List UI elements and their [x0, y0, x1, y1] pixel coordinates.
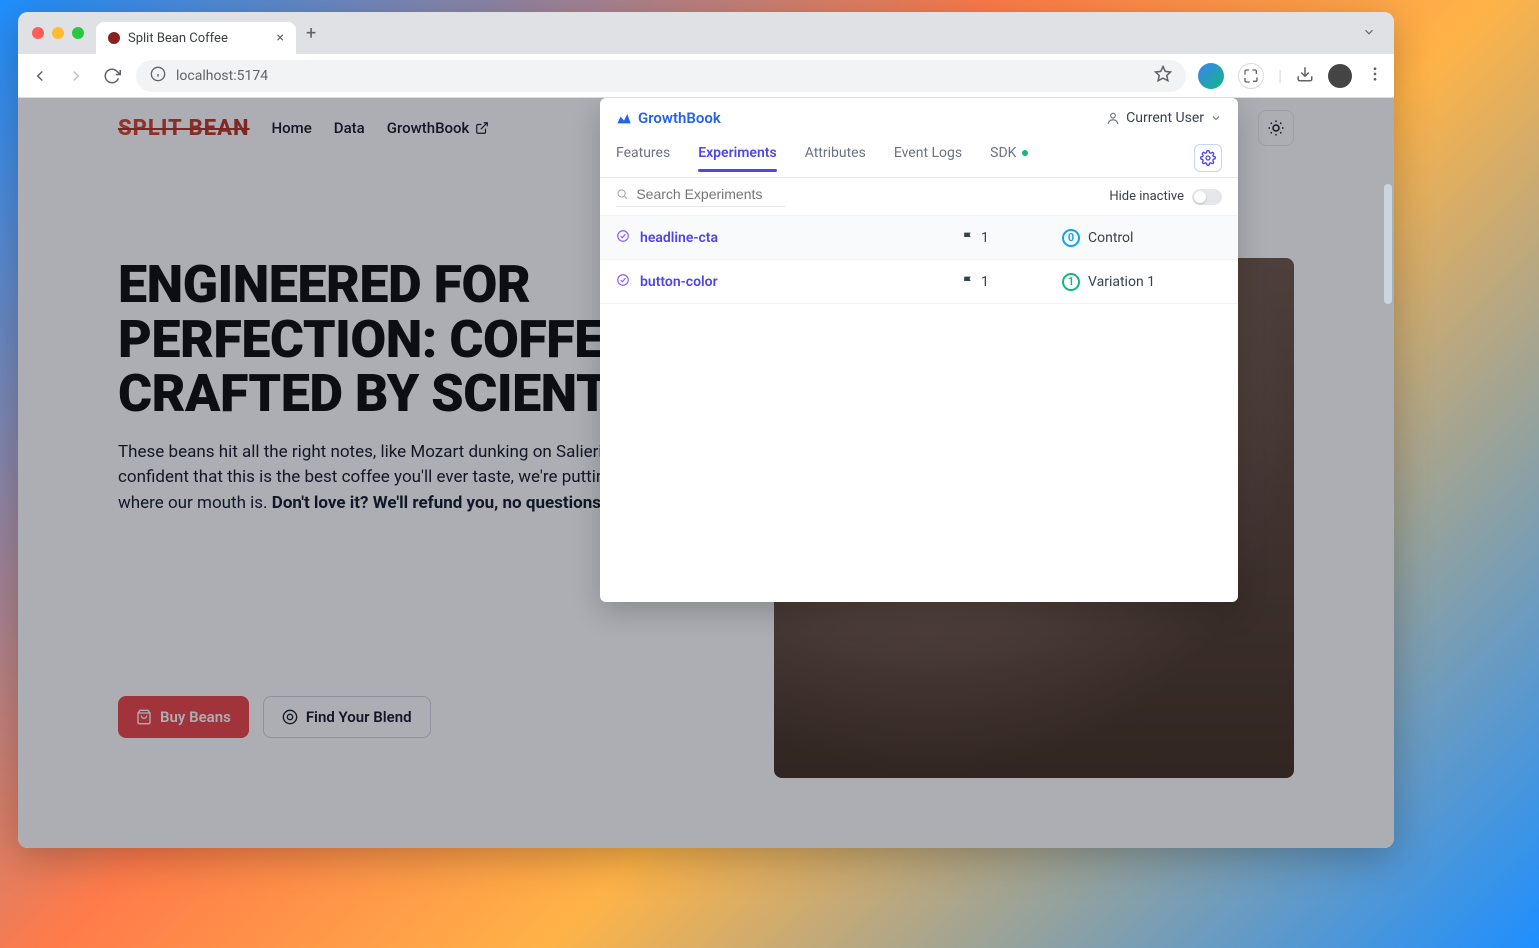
hide-inactive-label: Hide inactive	[1109, 189, 1184, 204]
sdk-status-dot-icon	[1022, 150, 1028, 156]
flag-icon	[962, 231, 975, 244]
new-tab-button[interactable]: +	[306, 23, 316, 44]
gb-logo[interactable]: GrowthBook	[616, 109, 721, 127]
experiment-flag-count: 1	[962, 230, 1062, 246]
user-icon	[1106, 111, 1120, 125]
tab-sdk-label: SDK	[990, 145, 1016, 161]
window-controls	[32, 27, 84, 39]
gb-search[interactable]	[616, 186, 786, 207]
gb-current-user-label: Current User	[1126, 110, 1204, 126]
tabs-overflow-icon[interactable]	[1362, 24, 1376, 43]
browser-window: Split Bean Coffee × + localhost:5174	[18, 12, 1394, 848]
site-info-icon[interactable]	[150, 66, 166, 86]
gear-icon	[1200, 150, 1216, 166]
growthbook-logo-icon	[616, 110, 632, 126]
experiment-name: button-color	[640, 274, 718, 290]
flag-icon	[962, 275, 975, 288]
tab-experiments[interactable]: Experiments	[698, 145, 776, 171]
gb-settings-button[interactable]	[1194, 144, 1222, 172]
extension-puzzle-icon[interactable]	[1238, 63, 1264, 89]
experiment-status-icon	[616, 273, 634, 291]
flag-count-value: 1	[981, 274, 989, 290]
gb-search-row: Hide inactive	[600, 178, 1238, 216]
variant-label: Variation 1	[1088, 274, 1155, 290]
gb-brand-text: GrowthBook	[638, 109, 721, 127]
tab-event-logs[interactable]: Event Logs	[894, 145, 962, 171]
gb-current-user[interactable]: Current User	[1106, 110, 1222, 126]
experiment-variant: 1 Variation 1	[1062, 273, 1222, 291]
favicon-icon	[108, 32, 120, 44]
browser-tab[interactable]: Split Bean Coffee ×	[96, 22, 296, 54]
flag-count-value: 1	[981, 230, 989, 246]
experiment-flag-count: 1	[962, 274, 1062, 290]
nav-back-button[interactable]	[28, 64, 52, 88]
url-field[interactable]: localhost:5174	[136, 60, 1186, 92]
growthbook-panel: GrowthBook Current User Features Experim…	[600, 98, 1238, 602]
extension-growthbook-icon[interactable]	[1198, 63, 1224, 89]
window-minimize-icon[interactable]	[52, 27, 64, 39]
profile-avatar[interactable]	[1328, 64, 1352, 88]
tab-sdk[interactable]: SDK	[990, 145, 1028, 171]
variant-badge: 0	[1062, 229, 1080, 247]
url-bar: localhost:5174 |	[18, 54, 1394, 98]
browser-menu-icon[interactable]	[1366, 65, 1384, 87]
experiment-row[interactable]: button-color 1 1 Variation 1	[600, 260, 1238, 304]
search-icon	[616, 187, 628, 201]
experiment-status-icon	[616, 229, 634, 247]
nav-reload-button[interactable]	[100, 64, 124, 88]
variant-label: Control	[1088, 230, 1133, 246]
chevron-down-icon	[1210, 112, 1222, 124]
scrollbar-thumb[interactable]	[1384, 184, 1392, 304]
url-text: localhost:5174	[176, 68, 268, 84]
hide-inactive-toggle[interactable]	[1192, 189, 1222, 205]
experiment-name: headline-cta	[640, 230, 718, 246]
tab-features[interactable]: Features	[616, 145, 670, 171]
search-input[interactable]	[636, 186, 786, 202]
tab-strip: Split Bean Coffee × +	[18, 12, 1394, 54]
hide-inactive-control: Hide inactive	[1109, 189, 1222, 205]
experiment-variant: 0 Control	[1062, 229, 1222, 247]
window-close-icon[interactable]	[32, 27, 44, 39]
tab-attributes[interactable]: Attributes	[805, 145, 866, 171]
tab-close-icon[interactable]: ×	[277, 30, 284, 46]
window-maximize-icon[interactable]	[72, 27, 84, 39]
variant-badge: 1	[1062, 273, 1080, 291]
gb-header: GrowthBook Current User	[600, 98, 1238, 138]
nav-forward-button[interactable]	[64, 64, 88, 88]
page-content: SPLIT BEAN Home Data GrowthBook ENGINEER…	[18, 98, 1394, 848]
toolbar-right: |	[1198, 63, 1384, 89]
gb-tabs: Features Experiments Attributes Event Lo…	[600, 138, 1238, 178]
tab-title: Split Bean Coffee	[128, 31, 228, 46]
bookmark-icon[interactable]	[1154, 65, 1172, 87]
downloads-icon[interactable]	[1296, 65, 1314, 87]
experiment-row[interactable]: headline-cta 1 0 Control	[600, 216, 1238, 260]
